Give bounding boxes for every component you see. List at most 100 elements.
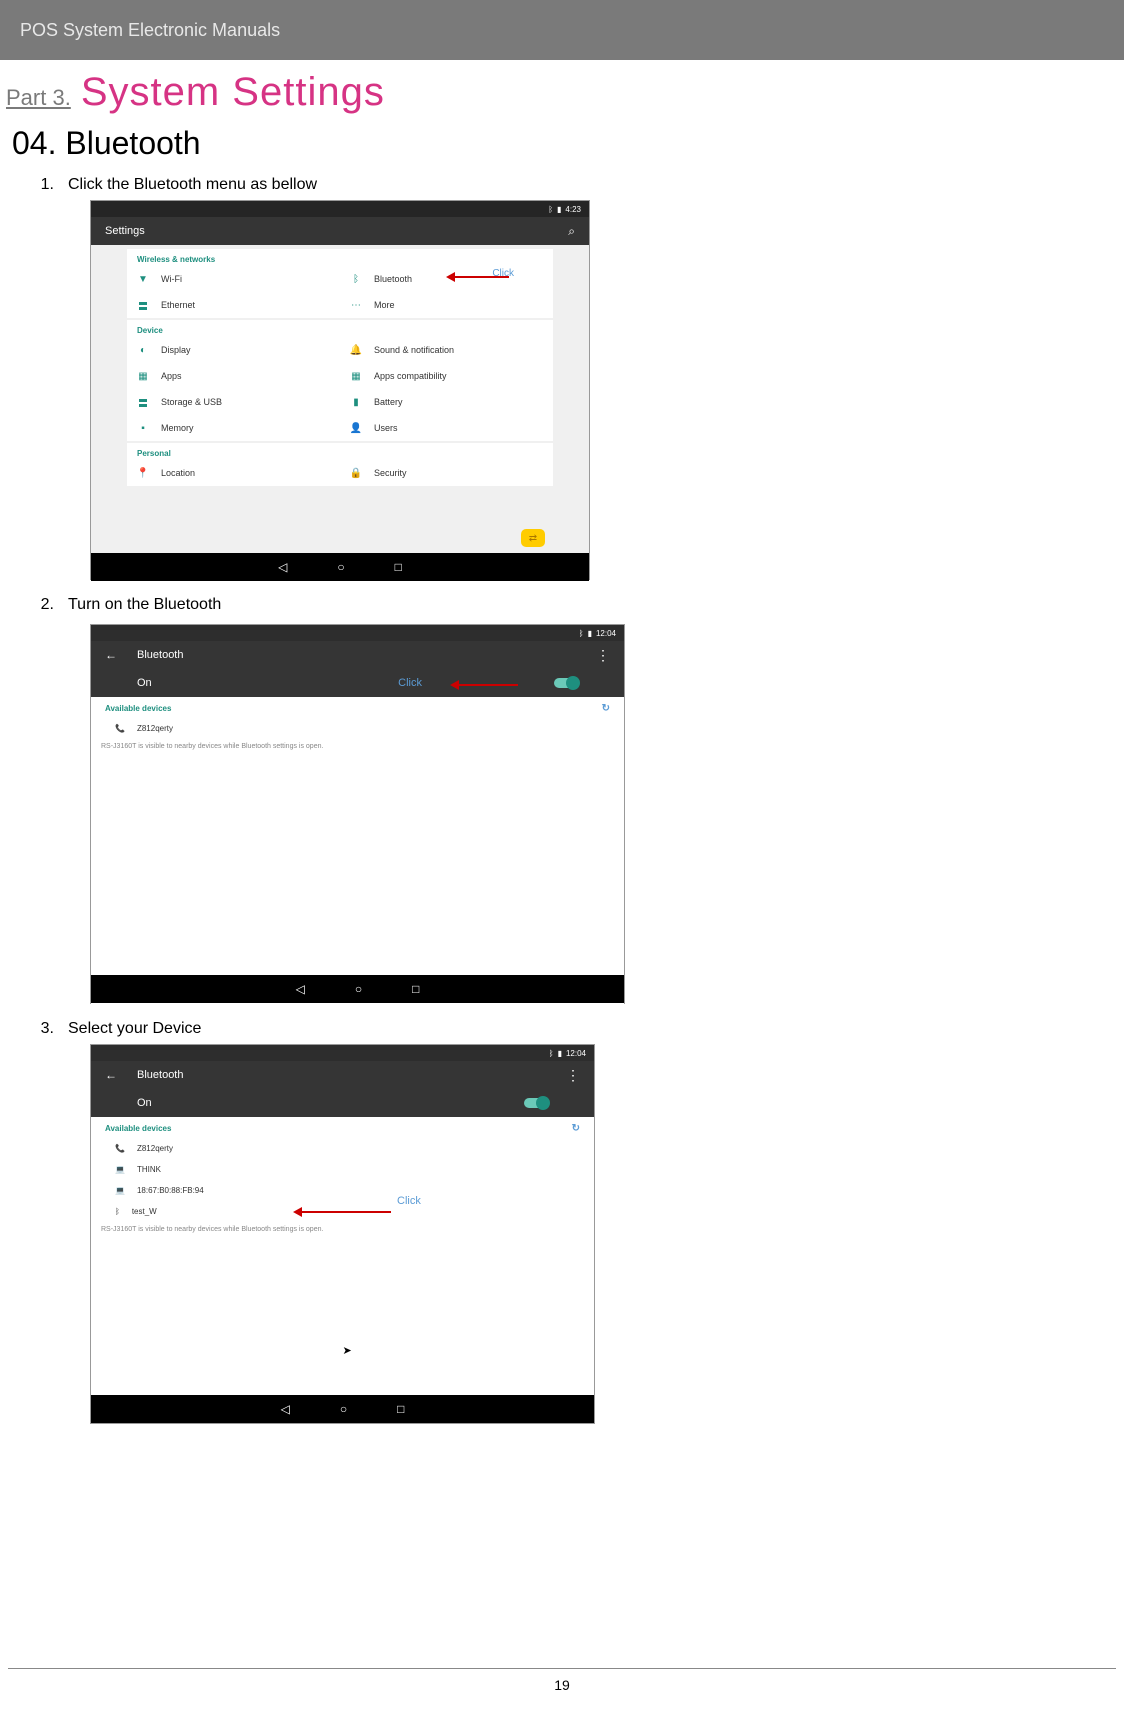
laptop-icon: 💻 [115,1165,125,1174]
battery-icon: ▮ [558,1049,562,1058]
available-devices-label: Available devices [105,1124,171,1133]
screenshot-select-device: ᛒ ▮ 12:04 ←Bluetooth ⋮ On Available devi… [90,1044,595,1424]
status-time: 12:04 [596,629,616,638]
settings-item-compat[interactable]: ▦Apps compatibility [340,363,553,389]
device-row[interactable]: 📞Z812qerty [91,718,624,739]
appbar-title: Bluetooth [137,649,183,661]
phone-icon: 📞 [115,724,125,733]
bluetooth-visibility-note: RS-J3160T is visible to nearby devices w… [91,1222,594,1237]
android-statusbar: ᛒ ▮ 12:04 [91,625,624,641]
doc-header: POS System Electronic Manuals [0,0,1124,60]
bluetooth-status-icon: ᛒ [579,629,584,638]
storage-icon: 〓 [137,396,149,408]
android-appbar: Settings ⌕ [91,217,589,245]
compat-icon: ▦ [350,370,362,382]
more-icon: ⋯ [350,299,362,311]
search-icon[interactable]: ⌕ [568,224,575,239]
android-navbar: ◁ ○ □ [91,553,589,581]
settings-item-more[interactable]: ⋯More [340,292,553,318]
device-card: Device ◐Display 🔔Sound & notification ▦A… [127,320,553,441]
step-text: Select your Device [68,1020,201,1038]
footer-divider [8,1668,1116,1669]
click-label: Click [397,1195,421,1207]
settings-item-display[interactable]: ◐Display [127,337,340,363]
wireless-card: Wireless & networks ▼Wi-Fi ᛒBluetooth Cl… [127,249,553,318]
overflow-icon[interactable]: ⋮ [596,651,610,659]
nav-home-icon[interactable]: ○ [337,560,344,574]
bluetooth-visibility-note: RS-J3160T is visible to nearby devices w… [91,739,624,754]
step-num: 1. [30,176,68,194]
device-row[interactable]: 💻THINK [91,1159,594,1180]
settings-item-wifi[interactable]: ▼Wi-Fi [127,266,340,292]
keyboard-toggle-button[interactable]: ⇄ [521,529,545,547]
section-heading: 04. Bluetooth [0,115,1124,176]
battery-icon: ▮ [557,205,561,214]
nav-home-icon[interactable]: ○ [340,1402,347,1416]
refresh-icon[interactable]: ↻ [572,1123,580,1134]
status-time: 4:23 [565,205,581,214]
doc-header-title: POS System Electronic Manuals [20,20,280,41]
nav-recents-icon[interactable]: □ [395,560,402,574]
back-icon[interactable]: ← [105,1068,117,1082]
bluetooth-state-label: On [137,677,152,689]
bluetooth-state-row: On [91,1089,594,1117]
main-title: System Settings [81,70,385,115]
bluetooth-device-list: Available devices ↻ 📞Z812qerty 💻THINK 💻18… [91,1117,594,1397]
device-row[interactable]: 📞Z812qerty [91,1138,594,1159]
settings-item-security[interactable]: 🔒Security [340,460,553,486]
settings-item-location[interactable]: 📍Location [127,460,340,486]
part-label: Part 3. [6,85,71,111]
bluetooth-device-list: Available devices↻ 📞Z812qerty RS-J3160T … [91,697,624,1005]
callout-arrow: Click [301,1200,391,1218]
settings-item-battery[interactable]: ▮Battery [340,389,553,415]
android-statusbar: ᛒ ▮ 12:04 [91,1045,594,1061]
android-statusbar: ᛒ ▮ 4:23 [91,201,589,217]
android-appbar: ←Bluetooth ⋮ [91,1061,594,1089]
personal-card: Personal 📍Location 🔒Security [127,443,553,486]
nav-recents-icon[interactable]: □ [412,982,419,996]
status-time: 12:04 [566,1049,586,1058]
bluetooth-state-row: On Click [91,669,624,697]
bluetooth-toggle[interactable] [554,678,578,688]
laptop-icon: 💻 [115,1186,125,1195]
apps-icon: ▦ [137,370,149,382]
nav-back-icon[interactable]: ◁ [278,560,287,574]
step-3: 3. Select your Device [30,1020,1094,1038]
lock-icon: 🔒 [350,467,362,479]
settings-item-ethernet[interactable]: 〓Ethernet [127,292,340,318]
bluetooth-status-icon: ᛒ [548,205,553,214]
settings-item-sound[interactable]: 🔔Sound & notification [340,337,553,363]
page-number: 19 [0,1677,1124,1693]
step-text: Click the Bluetooth menu as bellow [68,176,317,194]
step-num: 3. [30,1020,68,1038]
battery-icon: ▮ [588,629,592,638]
battery-icon: ▮ [350,396,362,408]
wifi-icon: ▼ [137,273,149,285]
bluetooth-toggle[interactable] [524,1098,548,1108]
overflow-icon[interactable]: ⋮ [566,1071,580,1079]
appbar-title: Settings [105,225,145,237]
cursor-icon: ➤ [343,1344,352,1357]
bluetooth-icon: ᛒ [350,273,362,285]
nav-back-icon[interactable]: ◁ [281,1402,290,1416]
settings-item-storage[interactable]: 〓Storage & USB [127,389,340,415]
bluetooth-status-icon: ᛒ [549,1049,554,1058]
category-wireless: Wireless & networks [127,249,553,266]
nav-home-icon[interactable]: ○ [355,982,362,996]
device-row[interactable]: 💻18:67:B0:88:FB:94 [91,1180,594,1201]
category-personal: Personal [127,443,553,460]
click-label: Click [398,677,422,689]
android-appbar: ← Bluetooth ⋮ [91,641,624,669]
settings-item-memory[interactable]: ▪Memory [127,415,340,441]
android-navbar: ◁ ○ □ [91,975,624,1003]
category-device: Device [127,320,553,337]
settings-item-bluetooth[interactable]: ᛒBluetooth Click [340,266,553,292]
display-icon: ◐ [137,344,149,356]
nav-recents-icon[interactable]: □ [397,1402,404,1416]
nav-back-icon[interactable]: ◁ [296,982,305,996]
settings-item-users[interactable]: 👤Users [340,415,553,441]
back-icon[interactable]: ← [105,648,117,662]
bell-icon: 🔔 [350,344,362,356]
refresh-icon[interactable]: ↻ [602,703,610,714]
settings-item-apps[interactable]: ▦Apps [127,363,340,389]
